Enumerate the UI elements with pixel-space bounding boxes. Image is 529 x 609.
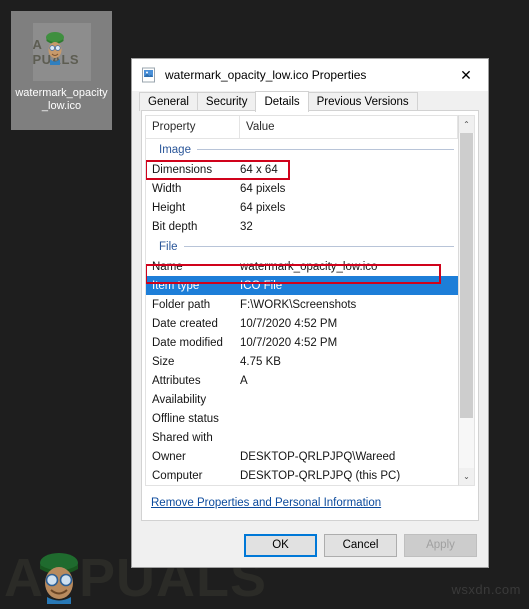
property-value: DESKTOP-QRLPJPQ (this PC) [240,469,401,482]
remove-properties-row: Remove Properties and Personal Informati… [142,486,478,520]
property-name: Bit depth [152,220,198,233]
property-name: Availability [152,393,207,406]
table-row[interactable]: Size 4.75 KB [146,352,458,371]
details-tab-panel: Property Value Image Dimensions 64 x 64 … [141,110,479,521]
property-value: F:\WORK\Screenshots [240,298,357,311]
section-rule [196,149,454,150]
file-properties-dialog: watermark_opacity_low.ico Properties ✕ G… [131,58,489,568]
property-name: Item type [152,279,200,292]
table-row[interactable]: Owner DESKTOP-QRLPJPQ\Wareed [146,447,458,466]
property-name: Shared with [152,431,213,444]
dialog-title-bar: watermark_opacity_low.ico Properties ✕ [132,59,488,91]
section-label-file: File [159,240,178,253]
property-list[interactable]: Property Value Image Dimensions 64 x 64 … [145,115,458,486]
tab-general[interactable]: General [139,92,198,111]
property-name: Height [152,201,186,214]
table-row[interactable]: Height 64 pixels [146,198,458,217]
property-value: DESKTOP-QRLPJPQ\Wareed [240,450,396,463]
property-name: Offline status [152,412,219,425]
property-name: Attributes [152,374,201,387]
table-row[interactable]: Date modified 10/7/2020 4:52 PM [146,333,458,352]
table-row[interactable]: Availability [146,390,458,409]
scrollbar-thumb[interactable] [460,133,473,418]
apply-button[interactable]: Apply [404,533,477,557]
property-value: 32 [240,220,253,233]
section-label-image: Image [159,143,191,156]
property-value: 10/7/2020 4:52 PM [240,336,338,349]
close-button[interactable]: ✕ [444,60,488,91]
property-list-scrollbar[interactable]: ⌃ ⌄ [458,115,475,486]
dialog-button-bar: OK Cancel Apply [132,521,488,569]
ico-file-thumbnail: A PUALS [32,23,91,81]
table-row[interactable]: Bit depth 32 [146,217,458,236]
section-header-image: Image [146,139,458,160]
dialog-title: watermark_opacity_low.ico Properties [165,68,367,82]
property-name: Owner [152,450,186,463]
table-row[interactable]: Computer DESKTOP-QRLPJPQ (this PC) [146,466,458,485]
section-header-file: File [146,236,458,257]
property-name: Date modified [152,336,223,349]
scroll-down-arrow-icon[interactable]: ⌄ [459,468,474,485]
tab-previous-versions[interactable]: Previous Versions [307,92,418,111]
property-value: watermark_opacity_low.ico [240,260,378,273]
table-row[interactable]: Folder path F:\WORK\Screenshots [146,295,458,314]
property-name: Width [152,182,182,195]
tab-security[interactable]: Security [196,92,257,111]
details-area: Property Value Image Dimensions 64 x 64 … [145,115,475,486]
scrollbar-track[interactable] [459,133,474,468]
desktop-icon-watermark-file[interactable]: A PUALS watermark_opacity_low.ico [11,11,112,130]
table-row[interactable]: Name watermark_opacity_low.ico [146,257,458,276]
property-name: Folder path [152,298,211,311]
property-name: Dimensions [152,163,213,176]
appuals-mascot-watermark-icon [40,553,78,604]
remove-properties-link[interactable]: Remove Properties and Personal Informati… [151,497,381,509]
tab-strip: General Security Details Previous Versio… [132,91,488,112]
property-value: A [240,374,248,387]
property-value: 4.75 KB [240,355,281,368]
property-value: 10/7/2020 4:52 PM [240,317,338,330]
column-header-value: Value [240,116,458,138]
table-row[interactable]: Shared with [146,428,458,447]
property-list-header: Property Value [146,116,458,139]
property-value: 64 x 64 [240,163,278,176]
table-row[interactable]: Dimensions 64 x 64 [146,160,458,179]
column-header-property: Property [146,116,240,138]
section-rule [183,246,454,247]
table-row[interactable]: Offline status [146,409,458,428]
table-row[interactable]: Date created 10/7/2020 4:52 PM [146,314,458,333]
property-value: ICO File [240,279,283,292]
cancel-button[interactable]: Cancel [324,533,397,557]
table-row-item-type[interactable]: Item type ICO File [146,276,458,295]
tab-details[interactable]: Details [255,91,309,112]
table-row[interactable]: Width 64 pixels [146,179,458,198]
property-value: 64 pixels [240,182,286,195]
property-name: Date created [152,317,218,330]
scroll-up-arrow-icon[interactable]: ⌃ [459,116,474,133]
ico-file-icon [142,67,155,83]
property-name: Name [152,260,183,273]
desktop-icon-label: watermark_opacity_low.ico [15,87,108,112]
site-watermark: wsxdn.com [451,582,521,597]
ok-button[interactable]: OK [244,533,317,557]
table-row[interactable]: Attributes A [146,371,458,390]
property-value: 64 pixels [240,201,286,214]
property-name: Computer [152,469,203,482]
property-name: Size [152,355,175,368]
appuals-mascot-icon [45,32,64,65]
